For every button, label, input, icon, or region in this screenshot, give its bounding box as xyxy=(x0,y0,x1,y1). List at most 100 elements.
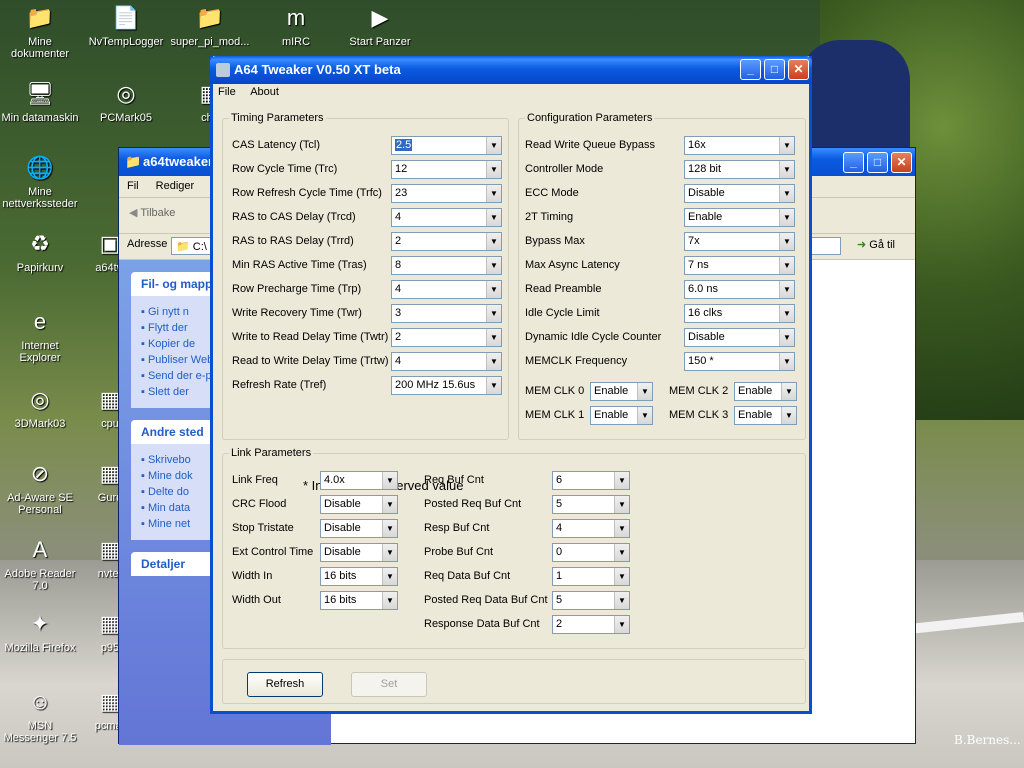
chevron-down-icon[interactable]: ▼ xyxy=(486,281,501,298)
controller-mode-select[interactable]: 128 bit ▼ xyxy=(684,160,795,179)
desktop-icon-min-datamaskin[interactable]: 🖥 Min datamaskin xyxy=(0,78,80,125)
back-button[interactable]: ◀ Tilbake xyxy=(129,207,175,219)
chevron-down-icon[interactable]: ▼ xyxy=(486,185,501,202)
set-button[interactable]: Set xyxy=(351,672,427,697)
a64-tweaker-window[interactable]: A64 Tweaker V0.50 XT beta _ □ ✕ File Abo… xyxy=(210,56,812,714)
task-icon: ▪ xyxy=(141,502,148,514)
chevron-down-icon[interactable]: ▼ xyxy=(779,257,794,274)
desktop-icon-mine-dokumenter[interactable]: 📁 Mine dokumenter xyxy=(0,2,80,61)
chevron-down-icon[interactable]: ▼ xyxy=(486,161,501,178)
resp-buf-cnt-select[interactable]: 4 ▼ xyxy=(552,519,630,538)
desktop-icon-msn-messenger-7-5[interactable]: ☺ MSN Messenger 7.5 xyxy=(0,686,80,745)
cas-latency-tcl-select[interactable]: 2.5 ▼ xyxy=(391,136,502,155)
chevron-down-icon[interactable]: ▼ xyxy=(614,568,629,585)
close-icon[interactable]: ✕ xyxy=(788,59,809,80)
chevron-down-icon[interactable]: ▼ xyxy=(486,305,501,322)
read-write-queue-bypass-select[interactable]: 16x ▼ xyxy=(684,136,795,155)
chevron-down-icon[interactable]: ▼ xyxy=(779,233,794,250)
min-ras-active-time-tras-select[interactable]: 8 ▼ xyxy=(391,256,502,275)
chevron-down-icon[interactable]: ▼ xyxy=(779,185,794,202)
desktop-icon-nvtemplogger[interactable]: 📄 NvTempLogger xyxy=(86,2,166,49)
chevron-down-icon[interactable]: ▼ xyxy=(779,353,794,370)
desktop-icon-ad-aware-se-personal[interactable]: ⊘ Ad-Aware SE Personal xyxy=(0,458,80,517)
response-data-buf-cnt-select[interactable]: 2 ▼ xyxy=(552,615,630,634)
mem-clk-3-label: MEM CLK 3 xyxy=(669,409,729,421)
idle-cycle-limit-select[interactable]: 16 clks ▼ xyxy=(684,304,795,323)
posted-req-data-buf-cnt-select[interactable]: 5 ▼ xyxy=(552,591,630,610)
row-refresh-cycle-time-trfc-select[interactable]: 23 ▼ xyxy=(391,184,502,203)
menu-about[interactable]: About xyxy=(250,86,279,98)
desktop-icon-adobe-reader-7-0[interactable]: A Adobe Reader 7.0 xyxy=(0,534,80,593)
probe-buf-cnt-select[interactable]: 0 ▼ xyxy=(552,543,630,562)
maximize-icon[interactable]: □ xyxy=(867,152,888,173)
close-icon[interactable]: ✕ xyxy=(891,152,912,173)
bypass-max-select[interactable]: 7x ▼ xyxy=(684,232,795,251)
row-precharge-time-trp-select[interactable]: 4 ▼ xyxy=(391,280,502,299)
desktop-icon-start-panzer[interactable]: ▶ Start Panzer xyxy=(340,2,420,49)
memclk-frequency-select[interactable]: 150 * ▼ xyxy=(684,352,795,371)
menu-fil[interactable]: Fil xyxy=(127,180,139,192)
chevron-down-icon[interactable]: ▼ xyxy=(486,377,501,394)
chevron-down-icon[interactable]: ▼ xyxy=(614,496,629,513)
minimize-icon[interactable]: _ xyxy=(740,59,761,80)
req-data-buf-cnt-select[interactable]: 1 ▼ xyxy=(552,567,630,586)
ras-to-cas-delay-trcd-select[interactable]: 4 ▼ xyxy=(391,208,502,227)
min-ras-active-time-tras-row: Min RAS Active Time (Tras) 8 ▼ xyxy=(223,256,508,275)
desktop-icon-pcmark05[interactable]: ◎ PCMark05 xyxy=(86,78,166,125)
read-preamble-select[interactable]: 6.0 ns ▼ xyxy=(684,280,795,299)
desktop-icon-label: Start Panzer xyxy=(349,36,411,48)
req-buf-cnt-select[interactable]: 6 ▼ xyxy=(552,471,630,490)
chevron-down-icon[interactable]: ▼ xyxy=(486,353,501,370)
read-to-write-delay-time-trtw-select[interactable]: 4 ▼ xyxy=(391,352,502,371)
chevron-down-icon[interactable]: ▼ xyxy=(614,520,629,537)
chevron-down-icon[interactable]: ▼ xyxy=(614,472,629,489)
chevron-down-icon[interactable]: ▼ xyxy=(486,329,501,346)
chevron-down-icon[interactable]: ▼ xyxy=(486,257,501,274)
minimize-icon[interactable]: _ xyxy=(843,152,864,173)
tweaker-title-bar[interactable]: A64 Tweaker V0.50 XT beta _ □ ✕ xyxy=(210,56,812,84)
desktop-icon-3dmark03[interactable]: ◎ 3DMark03 xyxy=(0,384,80,431)
chevron-down-icon[interactable]: ▼ xyxy=(779,305,794,322)
chevron-down-icon[interactable]: ▼ xyxy=(781,383,796,400)
write-recovery-time-twr-select[interactable]: 3 ▼ xyxy=(391,304,502,323)
chevron-down-icon[interactable]: ▼ xyxy=(486,137,501,154)
resp-buf-cnt-value: 4 xyxy=(556,522,563,534)
chevron-down-icon[interactable]: ▼ xyxy=(486,209,501,226)
2t-timing-select[interactable]: Enable ▼ xyxy=(684,208,795,227)
dynamic-idle-cycle-counter-select[interactable]: Disable ▼ xyxy=(684,328,795,347)
papirkurv-icon: ♻ xyxy=(30,231,50,256)
chevron-down-icon[interactable]: ▼ xyxy=(779,137,794,154)
chevron-down-icon[interactable]: ▼ xyxy=(779,209,794,226)
refresh-rate-tref-select[interactable]: 200 MHz 15.6us ▼ xyxy=(391,376,502,395)
desktop-icon-papirkurv[interactable]: ♻ Papirkurv xyxy=(0,228,80,275)
mem-clk-2-select[interactable]: Enable ▼ xyxy=(734,382,797,401)
chevron-down-icon[interactable]: ▼ xyxy=(779,281,794,298)
ecc-mode-select[interactable]: Disable ▼ xyxy=(684,184,795,203)
desktop-icon-internet-explorer[interactable]: e Internet Explorer xyxy=(0,306,80,365)
menu-file[interactable]: File xyxy=(218,86,236,98)
chevron-down-icon[interactable]: ▼ xyxy=(779,161,794,178)
ras-to-ras-delay-trrd-select[interactable]: 2 ▼ xyxy=(391,232,502,251)
desktop-icon-mirc[interactable]: m mIRC xyxy=(256,2,336,49)
maximize-icon[interactable]: □ xyxy=(764,59,785,80)
write-to-read-delay-time-twtr-select[interactable]: 2 ▼ xyxy=(391,328,502,347)
row-cycle-time-trc-select[interactable]: 12 ▼ xyxy=(391,160,502,179)
chevron-down-icon[interactable]: ▼ xyxy=(614,544,629,561)
posted-req-buf-cnt-select[interactable]: 5 ▼ xyxy=(552,495,630,514)
mem-clk-3-select[interactable]: Enable ▼ xyxy=(734,406,797,425)
menu-rediger[interactable]: Rediger xyxy=(156,180,195,192)
desktop-icon-mine-nettverkssteder[interactable]: 🌐 Mine nettverkssteder xyxy=(0,152,80,211)
chevron-down-icon[interactable]: ▼ xyxy=(781,407,796,424)
chevron-down-icon[interactable]: ▼ xyxy=(614,616,629,633)
max-async-latency-select[interactable]: 7 ns ▼ xyxy=(684,256,795,275)
chevron-down-icon[interactable]: ▼ xyxy=(486,233,501,250)
refresh-button[interactable]: Refresh xyxy=(247,672,323,697)
bypass-max-row: Bypass Max 7x ▼ xyxy=(519,232,805,251)
chevron-down-icon[interactable]: ▼ xyxy=(779,329,794,346)
chevron-down-icon[interactable]: ▼ xyxy=(614,592,629,609)
go-button[interactable]: ➜ Gå til xyxy=(857,238,895,251)
desktop-icon-super-pi-mod[interactable]: 📁 super_pi_mod... xyxy=(170,2,250,49)
desktop-icon-mozilla-firefox[interactable]: ✦ Mozilla Firefox xyxy=(0,608,80,655)
mem-clk-3-value: Enable xyxy=(738,409,773,421)
req-data-buf-cnt-label: Req Data Buf Cnt xyxy=(424,570,511,582)
